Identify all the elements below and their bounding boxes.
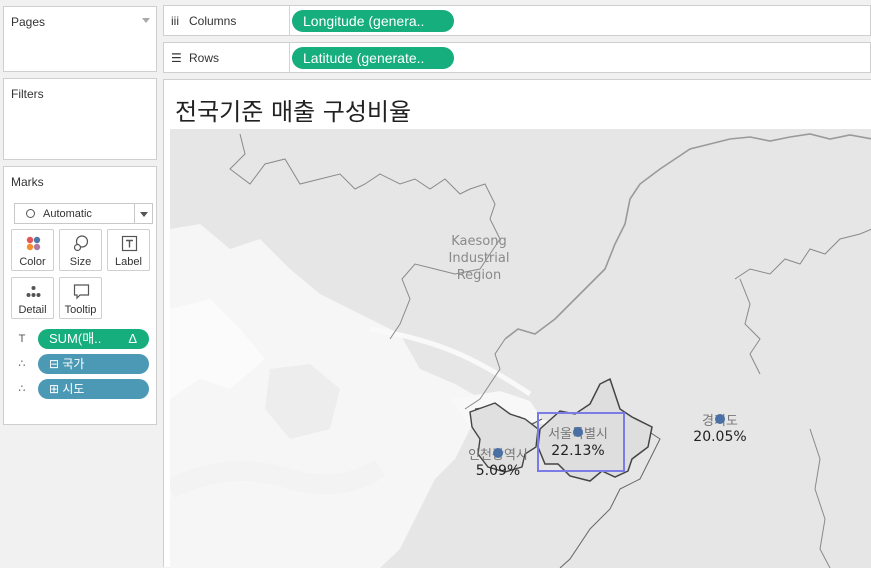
circle-mark-icon [26, 209, 35, 218]
mark-type-label: Automatic [43, 208, 92, 220]
color-palette-icon [26, 236, 41, 251]
seoul-value-label: 22.13% [551, 443, 604, 459]
pages-card[interactable]: Pages [3, 6, 157, 72]
province-pill[interactable]: ⊞ 시도 [38, 379, 149, 399]
kaesong-label-1: Kaesong [451, 234, 506, 249]
map-canvas[interactable]: Kaesong Industrial Region 서울특별시 22.13% 경… [170, 129, 871, 568]
chevron-down-icon[interactable] [142, 18, 150, 23]
tooltip-button-label: Tooltip [64, 304, 97, 316]
rows-label: Rows [189, 51, 220, 65]
label-t-icon [121, 235, 138, 252]
incheon-value-label: 5.09% [476, 463, 520, 479]
size-icon [73, 235, 89, 252]
sum-sales-pill-text: SUM(매.. [49, 331, 102, 346]
latitude-pill[interactable]: Latitude (generate.. [292, 47, 454, 69]
columns-label: Columns [189, 14, 237, 28]
chevron-down-icon[interactable] [134, 204, 152, 223]
tooltip-button[interactable]: Tooltip [59, 277, 102, 319]
columns-shelf[interactable]: iii Columns Longitude (genera.. [163, 5, 871, 36]
pages-title: Pages [11, 15, 46, 29]
gyeonggi-value-label: 20.05% [693, 429, 746, 445]
detail-button[interactable]: Detail [11, 277, 54, 319]
province-pill-text: ⊞ 시도 [49, 382, 85, 396]
detail-button-label: Detail [18, 304, 47, 316]
shelf-divider [289, 43, 290, 72]
view-title: 전국기준 매출 구성비율 [175, 98, 412, 126]
delta-icon: Δ [128, 331, 137, 346]
color-button-label: Color [19, 256, 46, 268]
sum-sales-pill[interactable]: SUM(매.. Δ [38, 329, 149, 349]
rows-icon: ☰ [171, 51, 182, 65]
shelf-divider [289, 6, 290, 35]
label-button-label: Label [115, 256, 142, 268]
kaesong-label-2: Industrial [449, 251, 510, 266]
rows-shelf[interactable]: ☰ Rows Latitude (generate.. [163, 42, 871, 73]
country-pill-text: ⊟ 국가 [49, 357, 85, 371]
size-button-label: Size [69, 256, 92, 268]
size-button[interactable]: Size [59, 229, 102, 271]
tooltip-bubble-icon [73, 284, 90, 300]
filters-title: Filters [11, 87, 44, 101]
incheon-mark[interactable] [493, 448, 503, 458]
seoul-mark[interactable] [573, 427, 583, 437]
marks-title: Marks [11, 175, 44, 189]
label-button[interactable]: Label [107, 229, 150, 271]
mark-type-dropdown[interactable]: Automatic [14, 203, 153, 224]
longitude-pill[interactable]: Longitude (genera.. [292, 10, 454, 32]
color-button[interactable]: Color [11, 229, 54, 271]
detail-icon: ∴ [18, 383, 26, 395]
kaesong-label-3: Region [457, 268, 502, 283]
columns-icon: iii [171, 14, 179, 28]
view-canvas: 전국기준 매출 구성비율 Kaesong Industrial Region 2… [163, 79, 871, 568]
filters-card[interactable]: Filters [3, 78, 157, 160]
gyeonggi-mark[interactable] [715, 414, 725, 424]
marks-card: Marks Automatic Color Size Label Detail [3, 166, 157, 425]
label-icon: T [18, 333, 26, 345]
country-pill[interactable]: ⊟ 국가 [38, 354, 149, 374]
detail-icon: ∴ [18, 358, 26, 370]
detail-dots-icon [26, 286, 41, 297]
